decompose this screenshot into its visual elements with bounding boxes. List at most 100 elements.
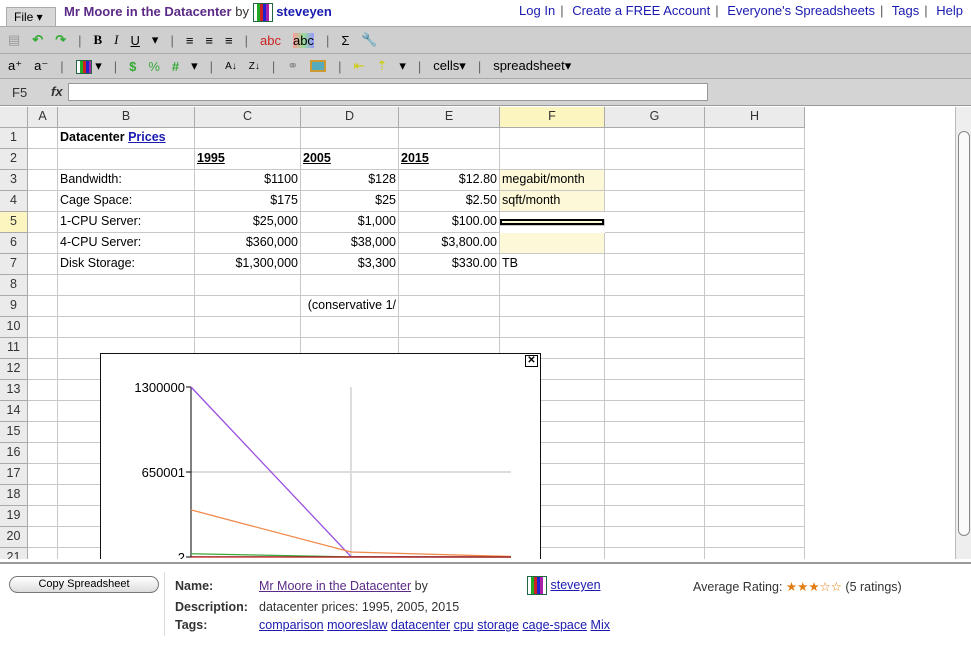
cell-a19[interactable] [28, 506, 58, 527]
tag-link[interactable]: mooreslaw [327, 618, 387, 632]
cell-h17[interactable] [705, 464, 805, 485]
row-header[interactable]: 13 [0, 380, 28, 401]
font-smaller-icon[interactable]: a⁻ [34, 58, 48, 74]
cell-a8[interactable] [28, 275, 58, 296]
cell-g20[interactable] [605, 527, 705, 548]
cell-e7[interactable]: $330.00 [399, 254, 500, 275]
row-header[interactable]: 17 [0, 464, 28, 485]
copy-spreadsheet-button[interactable]: Copy Spreadsheet [9, 576, 159, 593]
row-header[interactable]: 8 [0, 275, 28, 296]
cell-g10[interactable] [605, 317, 705, 338]
percent-icon[interactable]: % [148, 59, 160, 74]
row-header[interactable]: 2 [0, 149, 28, 170]
cell-e2[interactable]: 2015 [399, 149, 500, 170]
cell-h7[interactable] [705, 254, 805, 275]
column-header-e[interactable]: E [399, 107, 500, 128]
cell-c1[interactable] [195, 128, 301, 149]
cell-b9[interactable] [58, 296, 195, 317]
cell-b3[interactable]: Bandwidth: [58, 170, 195, 191]
cell-h3[interactable] [705, 170, 805, 191]
author-link[interactable]: steveyen [276, 4, 332, 19]
cell-f1[interactable] [500, 128, 605, 149]
tag-link[interactable]: datacenter [391, 618, 450, 632]
column-header-a[interactable]: A [28, 107, 58, 128]
row-header[interactable]: 16 [0, 443, 28, 464]
redo-icon[interactable]: ↷ [55, 32, 66, 48]
cell-f9[interactable] [500, 296, 605, 317]
cell-d6[interactable]: $38,000 [301, 233, 399, 254]
row-header[interactable]: 7 [0, 254, 28, 275]
cell-d8[interactable] [301, 275, 399, 296]
cell-a21[interactable] [28, 548, 58, 559]
cell-a15[interactable] [28, 422, 58, 443]
cell-h10[interactable] [705, 317, 805, 338]
cell-c9[interactable] [195, 296, 301, 317]
cell-e10[interactable] [399, 317, 500, 338]
cell-a4[interactable] [28, 191, 58, 212]
cell-h6[interactable] [705, 233, 805, 254]
cell-g21[interactable] [605, 548, 705, 559]
cell-d9[interactable]: (conservative 1/ [301, 296, 399, 317]
underline-button[interactable]: U [131, 33, 140, 48]
column-header-d[interactable]: D [301, 107, 399, 128]
insert-column-icon[interactable]: ⇤ [354, 58, 365, 74]
cell-e4[interactable]: $2.50 [399, 191, 500, 212]
cell-d10[interactable] [301, 317, 399, 338]
cell-g13[interactable] [605, 380, 705, 401]
tag-link[interactable]: cpu [454, 618, 474, 632]
row-header[interactable]: 1 [0, 128, 28, 149]
cell-a7[interactable] [28, 254, 58, 275]
align-center-icon[interactable]: ≡ [205, 33, 213, 48]
row-header[interactable]: 18 [0, 485, 28, 506]
cell-b6[interactable]: 4-CPU Server: [58, 233, 195, 254]
column-header-g[interactable]: G [605, 107, 705, 128]
cell-e3[interactable]: $12.80 [399, 170, 500, 191]
cell-d7[interactable]: $3,300 [301, 254, 399, 275]
font-larger-icon[interactable]: a⁺ [8, 58, 22, 74]
help-link[interactable]: Help [936, 3, 963, 18]
cell-c7[interactable]: $1,300,000 [195, 254, 301, 275]
cell-b2[interactable] [58, 149, 195, 170]
cell-c6[interactable]: $360,000 [195, 233, 301, 254]
cell-h19[interactable] [705, 506, 805, 527]
cell-c5[interactable]: $25,000 [195, 212, 301, 233]
cell-a17[interactable] [28, 464, 58, 485]
row-header[interactable]: 20 [0, 527, 28, 548]
file-menu[interactable]: File ▾ [6, 7, 56, 26]
cell-f10[interactable] [500, 317, 605, 338]
wrench-icon[interactable]: 🔧 [361, 32, 377, 48]
cell-g11[interactable] [605, 338, 705, 359]
row-header[interactable]: 9 [0, 296, 28, 317]
cell-h12[interactable] [705, 359, 805, 380]
cell-a12[interactable] [28, 359, 58, 380]
row-header[interactable]: 11 [0, 338, 28, 359]
align-left-icon[interactable]: ≡ [186, 33, 194, 48]
cell-d4[interactable]: $25 [301, 191, 399, 212]
column-header-c[interactable]: C [195, 107, 301, 128]
link-icon[interactable]: ⚭ [287, 58, 298, 74]
row-header[interactable]: 14 [0, 401, 28, 422]
cell-a3[interactable] [28, 170, 58, 191]
cell-b5[interactable]: 1-CPU Server: [58, 212, 195, 233]
background-color-button[interactable]: abc [292, 32, 314, 48]
currency-icon[interactable]: $ [129, 59, 136, 74]
tag-link[interactable]: Mix [591, 618, 610, 632]
cell-a14[interactable] [28, 401, 58, 422]
column-header-f[interactable]: F [500, 107, 605, 128]
cell-a18[interactable] [28, 485, 58, 506]
row-header[interactable]: 10 [0, 317, 28, 338]
cell-g18[interactable] [605, 485, 705, 506]
cell-g6[interactable] [605, 233, 705, 254]
row-header[interactable]: 3 [0, 170, 28, 191]
cells-menu[interactable]: cells▾ [433, 58, 466, 74]
sum-button[interactable]: Σ [341, 33, 349, 48]
tag-link[interactable]: comparison [259, 618, 324, 632]
cell-d1[interactable] [301, 128, 399, 149]
cell-g1[interactable] [605, 128, 705, 149]
everyones-spreadsheets-link[interactable]: Everyone's Spreadsheets [727, 3, 875, 18]
cell-e5[interactable]: $100.00 [399, 212, 500, 233]
cell-g2[interactable] [605, 149, 705, 170]
cell-f2[interactable] [500, 149, 605, 170]
row-header[interactable]: 19 [0, 506, 28, 527]
cell-h20[interactable] [705, 527, 805, 548]
